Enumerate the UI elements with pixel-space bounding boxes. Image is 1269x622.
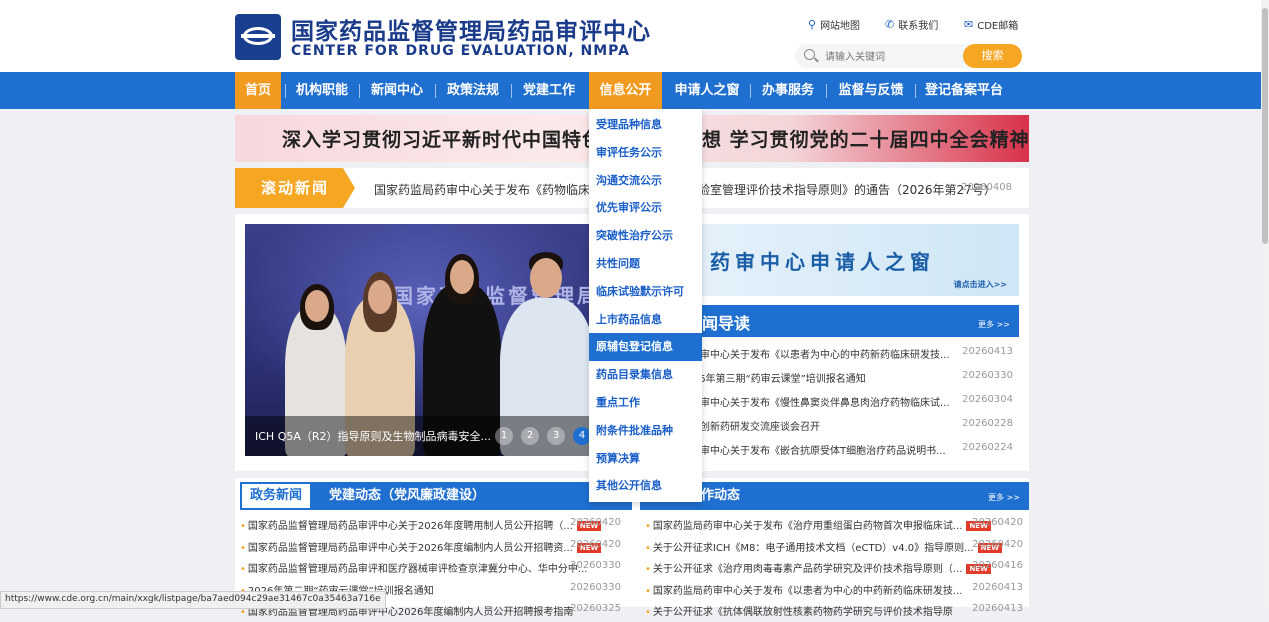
news-carousel[interactable]: 国家药品监督管理局 ICH Q5A（R2）指导原则及生物制品病毒安全... 1 …	[245, 224, 633, 456]
carousel-dot[interactable]: 3	[547, 427, 565, 445]
nav-registration[interactable]: 登记备案平台	[919, 72, 1009, 109]
info-open-dropdown: 受理品种信息 审评任务公示 沟通交流公示 优先审评公示 突破性治疗公示 共性问题…	[589, 109, 702, 502]
dropdown-item[interactable]: 预算决算	[589, 445, 702, 473]
dropdown-item[interactable]: 附条件批准品种	[589, 417, 702, 445]
site-title-en: CENTER FOR DRUG EVALUATION, NMPA	[291, 43, 630, 59]
scrollbar-thumb[interactable]	[1262, 8, 1268, 244]
list-item[interactable]: 国家药品监督管理局药品审评中心关于2026年度聘用制人员公开招聘（...NEW2…	[235, 514, 627, 536]
search-box: 搜索	[795, 44, 1022, 70]
search-icon	[804, 49, 815, 60]
site-map-label: 网站地图	[820, 21, 861, 32]
guide-more-link[interactable]: 更多 >>	[978, 319, 1010, 330]
list-item[interactable]: 关于公开征求《治疗用肉毒毒素产品药学研究及评价技术指导原则（...NEW2026…	[640, 557, 1029, 579]
nav-policy[interactable]: 政策法规	[439, 72, 507, 109]
list-item[interactable]: 国家药监局药审中心关于发布《以患者为中心的中药新药临床研发技...2026041…	[640, 579, 1029, 601]
site-title-cn: 国家药品监督管理局药品审评中心	[291, 19, 651, 45]
scroll-news-date: 20260408	[961, 182, 1012, 193]
main-nav: 首页 机构职能 新闻中心 政策法规 党建工作 信息公开 申请人之窗 办事服务 监…	[0, 72, 1269, 109]
phone-icon: ✆	[885, 18, 895, 31]
dropdown-item[interactable]: 共性问题	[589, 250, 702, 278]
dropdown-item[interactable]: 药品目录集信息	[589, 361, 702, 389]
list-item[interactable]: 关于公开征求ICH《M8：电子通用技术文档（eCTD）v4.0》指导原则...N…	[640, 536, 1029, 558]
work-news-more-link[interactable]: 更多 >>	[988, 492, 1020, 503]
tab-party-news[interactable]: 党建动态（党风廉政建设）	[329, 482, 485, 510]
list-item[interactable]: 国家药品监督管理局药品审评中心关于2026年度编制内人员公开招聘资...NEW2…	[235, 536, 627, 558]
nav-feedback[interactable]: 监督与反馈	[830, 72, 912, 109]
tab-gov-news[interactable]: 政务新闻	[240, 482, 313, 510]
map-pin-icon: ⚲	[808, 18, 817, 31]
dropdown-item[interactable]: 重点工作	[589, 389, 702, 417]
nav-party[interactable]: 党建工作	[515, 72, 583, 109]
applicant-window-title: 药审中心申请人之窗	[710, 250, 935, 274]
dropdown-item[interactable]: 审评任务公示	[589, 139, 702, 167]
nav-functions[interactable]: 机构职能	[289, 72, 355, 109]
carousel-caption-bar: ICH Q5A（R2）指导原则及生物制品病毒安全... 1 2 3 4	[245, 416, 633, 456]
nav-applicant[interactable]: 申请人之窗	[668, 72, 746, 109]
contact-link[interactable]: ✆ 联系我们	[885, 17, 938, 32]
dropdown-item[interactable]: 其他公开信息	[589, 472, 702, 500]
scroll-news-label: 滚动新闻	[235, 168, 355, 208]
carousel-dot[interactable]: 2	[521, 427, 539, 445]
page-scrollbar[interactable]	[1261, 0, 1269, 607]
cde-logo[interactable]	[235, 14, 281, 60]
list-item[interactable]: 国家药品监督管理局药品审评和医疗器械审评检查京津冀分中心、华中分中...2026…	[235, 557, 627, 579]
applicant-window-enter: 请点击进入>>	[953, 280, 1007, 289]
dropdown-item[interactable]: 突破性治疗公示	[589, 222, 702, 250]
nav-news[interactable]: 新闻中心	[363, 72, 431, 109]
nav-info-open[interactable]: 信息公开	[589, 72, 662, 109]
mail-link[interactable]: ✉ CDE邮箱	[964, 17, 1018, 32]
nav-services[interactable]: 办事服务	[754, 72, 822, 109]
dropdown-item[interactable]: 优先审评公示	[589, 194, 702, 222]
list-item[interactable]: 国家药监局药审中心关于发布《治疗用重组蛋白药物首次申报临床试...NEW2026…	[640, 514, 1029, 536]
dropdown-item[interactable]: 沟通交流公示	[589, 167, 702, 195]
dropdown-item[interactable]: 受理品种信息	[589, 111, 702, 139]
mail-icon: ✉	[964, 18, 974, 31]
search-input[interactable]	[823, 44, 957, 70]
contact-label: 联系我们	[898, 21, 939, 32]
nav-home[interactable]: 首页	[235, 72, 281, 109]
dropdown-item[interactable]: 上市药品信息	[589, 306, 702, 334]
work-news-list: 国家药监局药审中心关于发布《治疗用重组蛋白药物首次申报临床试...NEW2026…	[640, 514, 1029, 622]
status-url-bar: https://www.cde.org.cn/main/xxgk/listpag…	[0, 591, 386, 609]
carousel-dot[interactable]: 1	[495, 427, 513, 445]
site-map-link[interactable]: ⚲ 网站地图	[808, 17, 860, 32]
list-item[interactable]: 关于公开征求《抗体偶联放射性核素药物药学研究与评价技术指导原20260413	[640, 600, 1029, 622]
gov-news-header: 政务新闻 党建动态（党风廉政建设）	[240, 482, 632, 510]
carousel-caption[interactable]: ICH Q5A（R2）指导原则及生物制品病毒安全...	[255, 428, 491, 444]
dropdown-item-hovered[interactable]: 原辅包登记信息	[589, 333, 702, 362]
mail-label: CDE邮箱	[977, 21, 1019, 32]
top-header: 国家药品监督管理局药品审评中心 CENTER FOR DRUG EVALUATI…	[0, 0, 1269, 72]
dropdown-item[interactable]: 临床试验默示许可	[589, 278, 702, 306]
search-button[interactable]: 搜索	[963, 44, 1022, 68]
